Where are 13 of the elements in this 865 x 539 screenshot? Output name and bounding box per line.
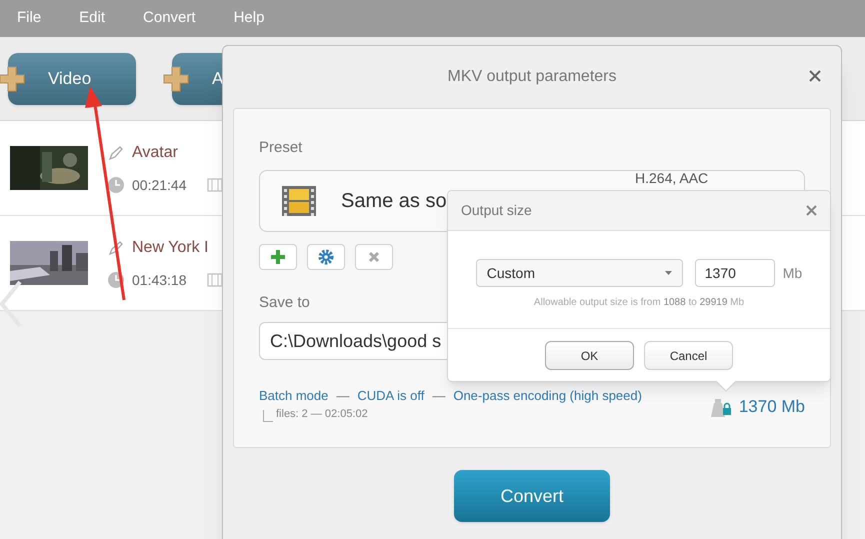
separator: — — [432, 387, 446, 405]
file-duration: 01:43:18 — [132, 270, 186, 290]
dialog-title: MKV output parameters — [448, 67, 616, 87]
preset-name: Same as so — [341, 188, 447, 214]
popup-title: Output size — [461, 201, 532, 220]
preset-label: Preset — [259, 138, 304, 158]
files-summary: files: 2 — 02:05:02 — [276, 406, 368, 422]
size-hint: Allowable output size is from 1088 to 29919 Mb — [534, 296, 744, 310]
separator: — — [336, 387, 350, 405]
preset-codecs: H.264, AAC — [635, 170, 708, 186]
file-duration: 00:21:44 — [132, 176, 186, 194]
unit-label: Mb — [782, 264, 802, 282]
save-label: Save to — [259, 292, 310, 312]
